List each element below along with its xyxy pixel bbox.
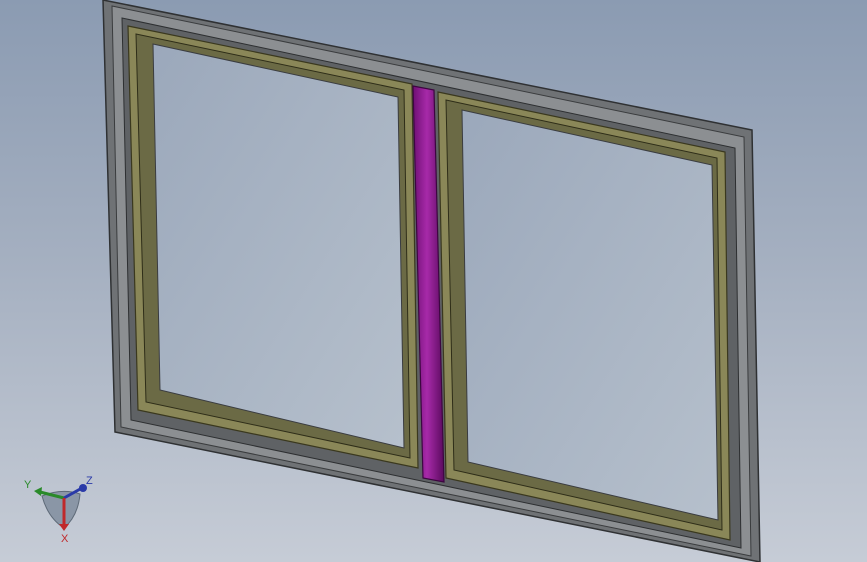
x-axis-arrow-icon: [59, 524, 69, 531]
y-axis-arrow-icon: [34, 487, 42, 496]
model-viewport[interactable]: [0, 0, 867, 562]
x-axis-label: X: [61, 533, 69, 545]
window-model[interactable]: [102, 0, 761, 562]
y-axis-label: Y: [24, 479, 32, 491]
coordinate-triad-icon: Y Z X: [24, 475, 93, 545]
left-glass-pane[interactable]: [152, 43, 405, 449]
right-glass-pane[interactable]: [461, 109, 719, 521]
z-axis-label: Z: [86, 475, 93, 487]
